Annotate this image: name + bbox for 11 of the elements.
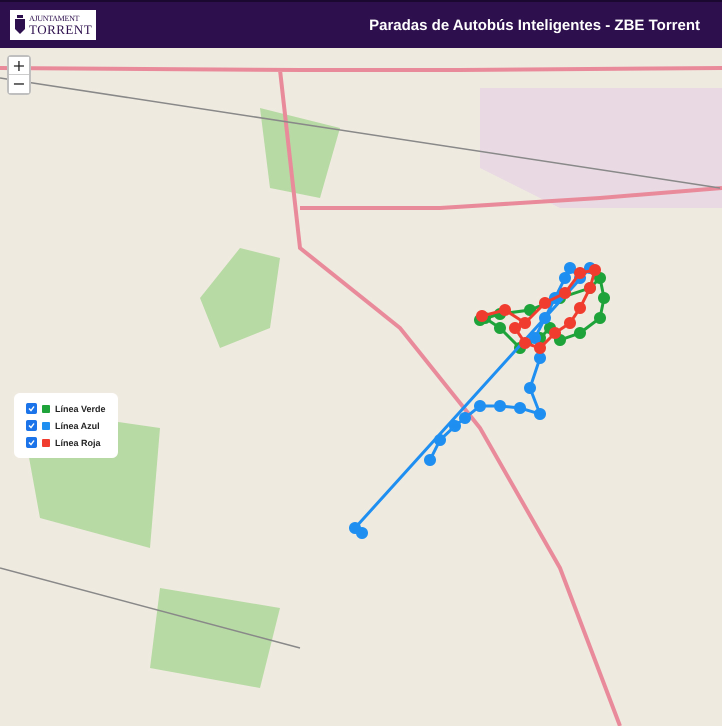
legend-label: Línea Azul bbox=[55, 420, 100, 430]
logo-text: AJUNTAMENT bbox=[29, 14, 80, 22]
crest-icon bbox=[14, 15, 26, 35]
page-title: Paradas de Autobús Inteligentes - ZBE Torrent bbox=[369, 16, 700, 34]
zoom-in-button[interactable]: + bbox=[9, 57, 29, 75]
checkbox[interactable] bbox=[26, 437, 37, 448]
legend-label: Línea Verde bbox=[55, 404, 106, 414]
checkbox[interactable] bbox=[26, 420, 37, 431]
logo-text: TORRENT bbox=[29, 22, 92, 36]
checkbox[interactable] bbox=[26, 403, 37, 414]
legend-label: Línea Roja bbox=[55, 438, 101, 448]
